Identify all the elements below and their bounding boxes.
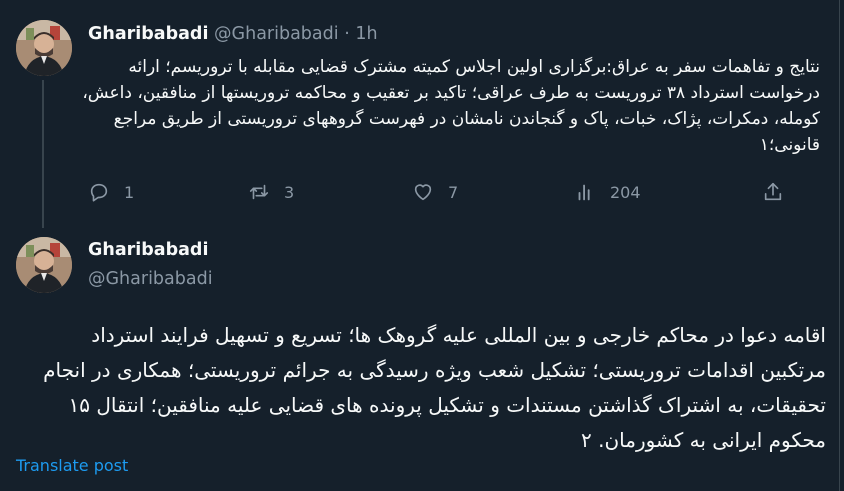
thread-tweet[interactable]: Gharibabadi @Gharibabadi · 1h نتایج و تف… xyxy=(0,0,838,228)
views-icon xyxy=(574,181,596,203)
thread-connector-line xyxy=(42,80,44,228)
avatar[interactable] xyxy=(16,20,72,76)
action-bar: 1 3 7 204 xyxy=(82,176,802,208)
avatar[interactable] xyxy=(16,237,72,293)
tweet-text: نتایج و تفاهمات سفر به عراق:برگزاری اولی… xyxy=(82,57,820,155)
tweet-text: اقامه دعوا در محاکم خارجی و بین المللی ع… xyxy=(43,323,826,452)
user-handle[interactable]: @Gharibabadi xyxy=(214,24,339,44)
display-name[interactable]: Gharibabadi xyxy=(88,24,208,44)
repost-count: 3 xyxy=(284,182,295,202)
reply-count: 1 xyxy=(124,182,135,202)
display-name[interactable]: Gharibabadi xyxy=(88,238,208,262)
share-button[interactable] xyxy=(762,176,784,208)
like-button[interactable]: 7 xyxy=(412,176,458,208)
tweet-header: Gharibabadi @Gharibabadi · 1h xyxy=(88,22,378,46)
reply-icon xyxy=(88,181,110,203)
share-icon xyxy=(762,181,784,203)
user-handle[interactable]: @Gharibabadi xyxy=(88,267,213,291)
heart-icon xyxy=(412,181,434,203)
views-button[interactable]: 204 xyxy=(574,176,641,208)
repost-button[interactable]: 3 xyxy=(248,176,294,208)
scrollbar-edge xyxy=(839,0,844,491)
translate-post-link[interactable]: Translate post xyxy=(16,455,128,477)
views-count: 204 xyxy=(610,182,641,202)
like-count: 7 xyxy=(448,182,459,202)
separator-dot: · xyxy=(344,24,350,44)
timestamp[interactable]: 1h xyxy=(355,24,377,44)
repost-icon xyxy=(248,181,270,203)
reply-button[interactable]: 1 xyxy=(88,176,134,208)
